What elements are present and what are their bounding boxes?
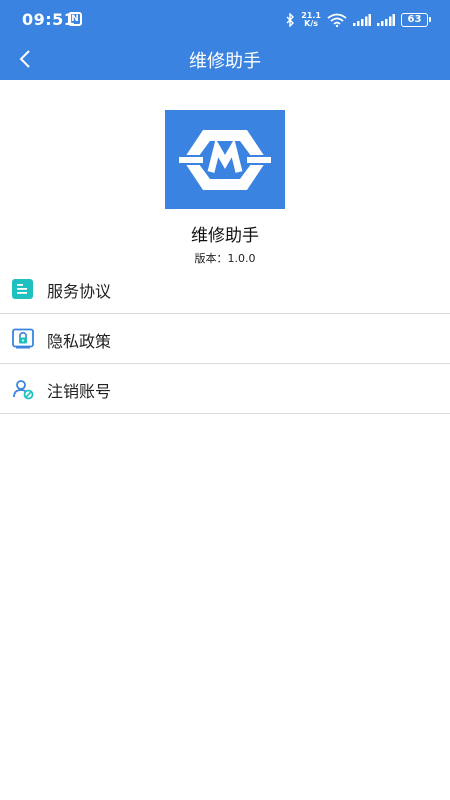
menu-item-cancel-account[interactable]: 注销账号 bbox=[0, 364, 450, 414]
page-title: 维修助手 bbox=[189, 51, 261, 72]
menu-item-label: 隐私政策 bbox=[47, 332, 112, 351]
app-name: 维修助手 bbox=[191, 226, 259, 246]
bluetooth-icon bbox=[286, 13, 295, 27]
status-right-group: 21.1 K/s 63 bbox=[286, 10, 431, 30]
app-logo-icon bbox=[175, 130, 275, 190]
privacy-lock-icon bbox=[12, 328, 34, 349]
cell-signal-2-icon bbox=[377, 14, 395, 26]
nfc-icon: N bbox=[68, 12, 82, 26]
battery-icon: 63 bbox=[401, 13, 431, 27]
menu-item-privacy-policy[interactable]: 隐私政策 bbox=[0, 314, 450, 364]
menu-item-label: 注销账号 bbox=[47, 382, 112, 401]
menu-item-service-agreement[interactable]: 服务协议 bbox=[0, 264, 450, 314]
wifi-icon bbox=[327, 13, 347, 27]
app-header: 09:51 N 21.1 K/s 63 维修助手 bbox=[0, 0, 450, 80]
cell-signal-icon bbox=[353, 14, 371, 26]
status-bar: 09:51 N 21.1 K/s 63 bbox=[0, 0, 450, 40]
user-cancel-icon bbox=[13, 380, 34, 400]
settings-menu: 服务协议 隐私政策 注销账号 bbox=[0, 264, 450, 414]
network-speed-unit: K/s bbox=[304, 19, 319, 28]
network-speed: 21.1 K/s bbox=[301, 12, 321, 28]
document-list-icon bbox=[12, 279, 33, 299]
app-logo bbox=[165, 110, 285, 209]
menu-item-label: 服务协议 bbox=[47, 282, 112, 301]
